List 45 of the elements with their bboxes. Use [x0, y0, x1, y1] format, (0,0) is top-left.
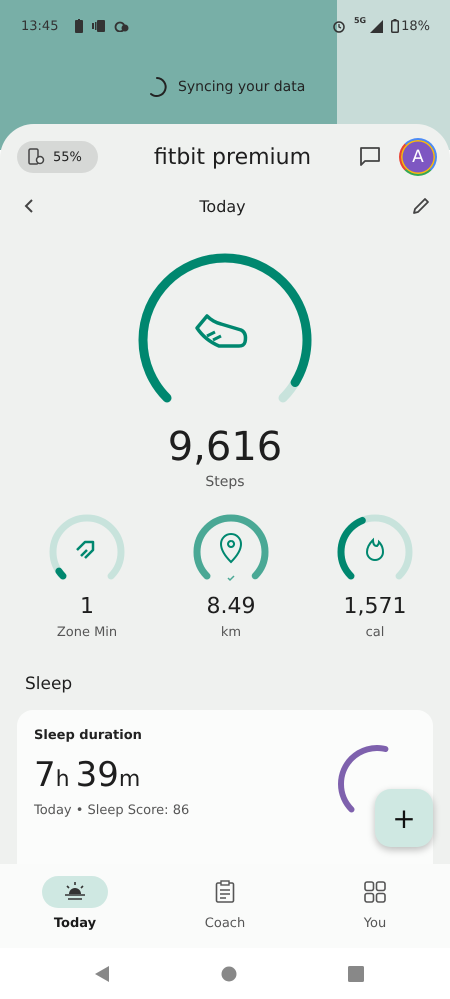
shoe-icon [195, 314, 248, 348]
nav-tab[interactable]: You [300, 864, 450, 948]
signal-icon [370, 20, 384, 32]
message-icon[interactable] [359, 146, 381, 168]
battery-percent: 18% [401, 18, 430, 34]
avatar-button[interactable]: A [399, 138, 437, 176]
sleep-hours: 7 [34, 755, 56, 795]
steps-value: 9,616 [166, 424, 284, 470]
sync-status-text: Syncing your data [178, 79, 306, 95]
stat-label: km [220, 625, 242, 640]
nav-tab[interactable]: Coach [150, 864, 300, 948]
hours-unit: h [56, 767, 70, 792]
home-icon[interactable] [221, 966, 237, 982]
edit-icon[interactable] [411, 196, 431, 216]
alarm-icon [332, 19, 346, 33]
card-title: Sleep duration [34, 728, 143, 743]
app-title: fitbit premium [152, 144, 312, 170]
battery-icon [391, 19, 400, 33]
minutes-unit: m [118, 767, 140, 792]
status-time: 13:45 [21, 18, 58, 34]
stat-value: 1,571 [344, 594, 406, 619]
network-label: 5G [354, 16, 366, 25]
stat-label: cal [366, 625, 384, 640]
watch-phone-icon [27, 148, 45, 166]
battery-alert-icon [74, 19, 84, 33]
nav-tab[interactable]: Today [0, 864, 150, 948]
clipboard-icon [215, 880, 235, 904]
stat-label: Zone Min [56, 625, 118, 640]
location-pin-icon [220, 533, 242, 563]
date-title: Today [199, 196, 246, 216]
back-chevron-icon[interactable] [24, 199, 34, 213]
device-battery-chip[interactable]: 55% [17, 141, 98, 173]
add-fab[interactable]: + [375, 789, 433, 847]
grid-icon [364, 881, 386, 903]
back-icon[interactable] [94, 966, 110, 982]
stat-value: 1 [80, 594, 94, 619]
section-heading: Sleep [24, 674, 74, 694]
steps-label: Steps [204, 474, 246, 490]
sleep-summary: Today • Sleep Score: 86 [34, 803, 190, 818]
data-saver-icon [114, 20, 130, 32]
recents-icon[interactable] [348, 966, 364, 982]
stat-value: 8.49 [206, 594, 256, 619]
sunrise-icon [62, 881, 88, 903]
vibrate-icon [92, 20, 106, 32]
sleep-minutes: 39 [76, 755, 119, 795]
